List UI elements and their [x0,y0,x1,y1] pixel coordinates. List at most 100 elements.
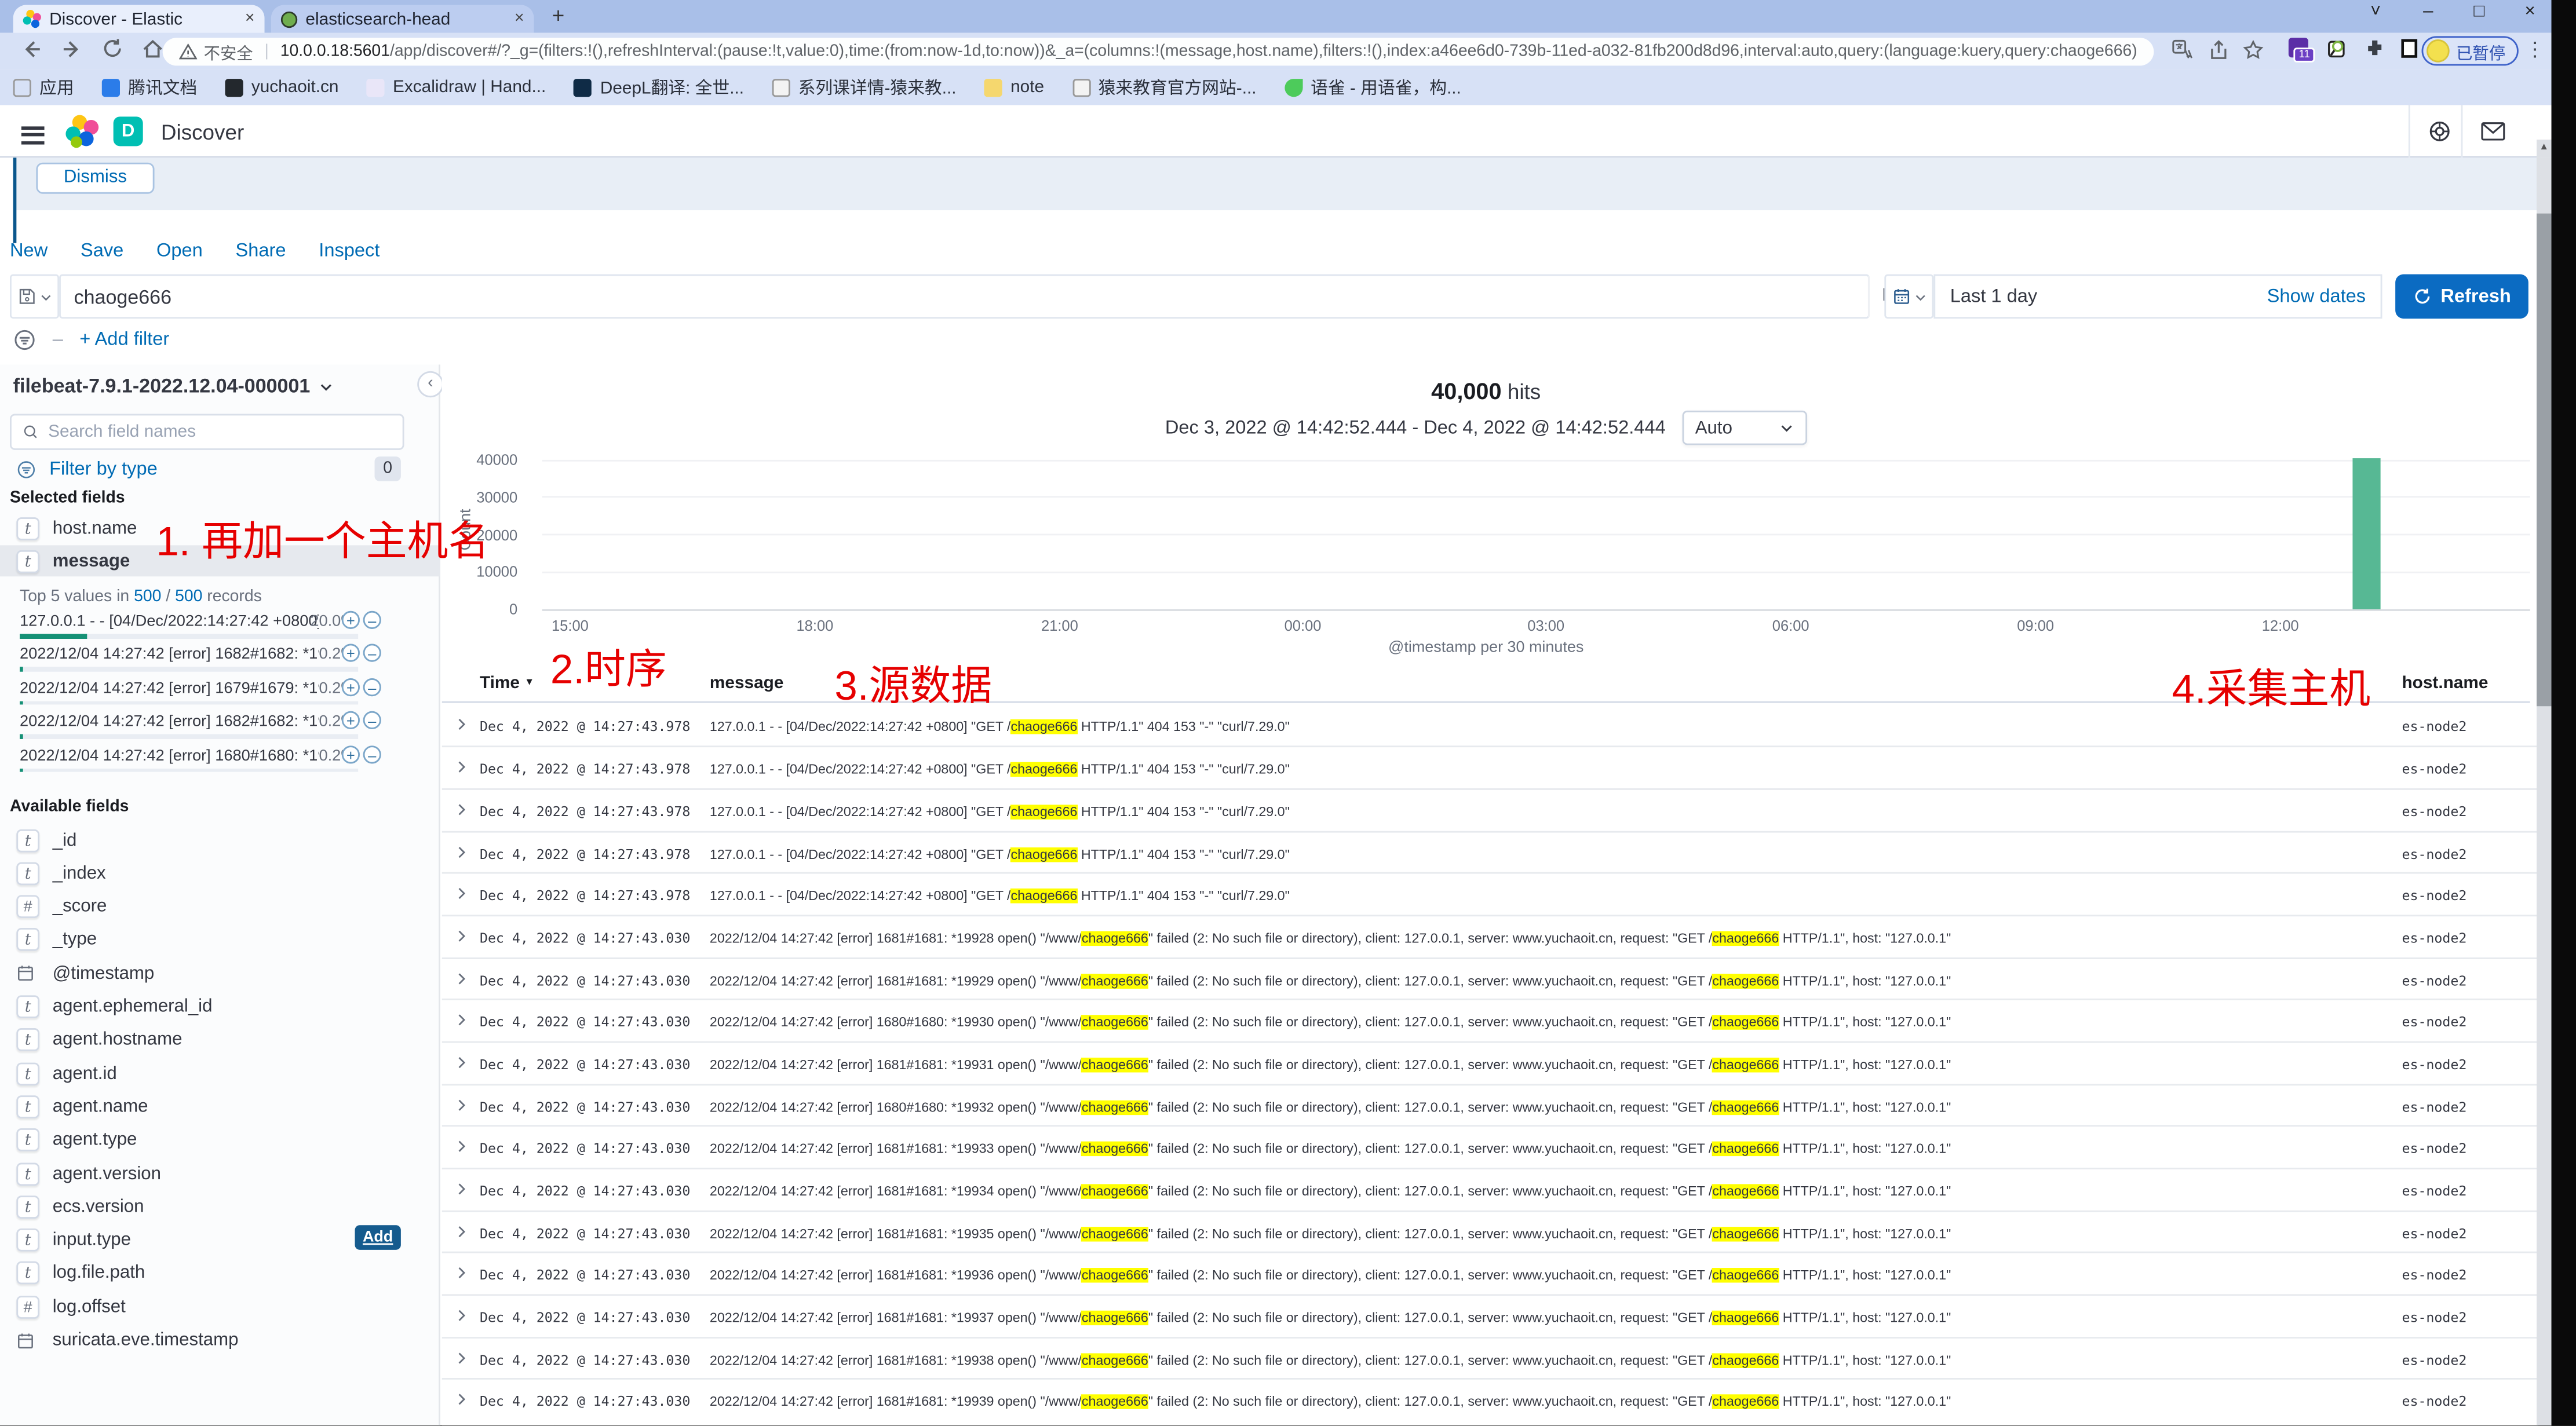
expand-row-icon[interactable] [455,1098,468,1111]
sidebar-field--score[interactable]: #_score [0,891,411,923]
sidebar-field--timestamp[interactable]: @timestamp [0,958,411,989]
extension-oneTab-icon[interactable]: 11 [2289,38,2310,59]
table-row[interactable]: Dec 4, 2022 @ 14:27:43.978127.0.0.1 - - … [442,746,2538,788]
bookmark-item[interactable]: 腾讯文档 [102,75,197,100]
sidebar-field-agent-hostname[interactable]: tagent.hostname [0,1025,411,1056]
menu-save[interactable]: Save [81,242,123,261]
bookmark-item[interactable]: DeepL翻译: 全世... [574,75,744,100]
reload-icon[interactable] [102,38,123,59]
table-row[interactable]: Dec 4, 2022 @ 14:27:43.0302022/12/04 14:… [442,1041,2538,1083]
expand-row-icon[interactable] [455,717,468,730]
expand-row-icon[interactable] [455,1014,468,1027]
sidebar-field-log-file-path[interactable]: tlog.file.path [0,1258,411,1289]
bookmark-item[interactable]: yuchaoit.cn [225,77,338,97]
help-icon[interactable] [2428,120,2451,143]
extensions-puzzle-icon[interactable] [2364,38,2385,59]
filter-icon[interactable] [13,328,37,352]
filter-for-value-icon[interactable]: + [342,745,360,763]
scrollbar-up-arrow[interactable]: ▲ [2537,140,2552,158]
table-row[interactable]: Dec 4, 2022 @ 14:27:43.0302022/12/04 14:… [442,1125,2538,1168]
window-close-icon[interactable]: × [2512,2,2548,21]
newsfeed-icon[interactable] [2481,122,2506,141]
share-icon[interactable] [2208,39,2230,61]
records-link[interactable]: 500 [134,588,161,606]
table-row[interactable]: Dec 4, 2022 @ 14:27:43.978127.0.0.1 - - … [442,788,2538,831]
sidebar-collapse-button[interactable]: ‹ [417,371,443,397]
sidebar-field-log-offset[interactable]: #log.offset [0,1291,411,1322]
extension-screenshot-icon[interactable] [2399,38,2420,59]
expand-row-icon[interactable] [455,1140,468,1153]
window-menu-icon[interactable]: ˅ [2358,2,2393,21]
filter-out-value-icon[interactable]: – [363,711,381,729]
filter-out-value-icon[interactable]: – [363,745,381,763]
scrollbar-thumb[interactable] [2537,214,2552,707]
expand-row-icon[interactable] [455,1351,468,1364]
browser-tab-discover[interactable]: Discover - Elastic × [13,5,265,33]
field-search[interactable] [10,414,404,450]
profile-chip[interactable]: 已暂停 [2422,36,2519,65]
expand-row-icon[interactable] [455,1267,468,1280]
table-row[interactable]: Dec 4, 2022 @ 14:27:43.0302022/12/04 14:… [442,1168,2538,1210]
sidebar-field--index[interactable]: t_index [0,858,411,889]
expand-row-icon[interactable] [455,760,468,774]
table-row[interactable]: Dec 4, 2022 @ 14:27:43.978127.0.0.1 - - … [442,872,2538,915]
table-row[interactable]: Dec 4, 2022 @ 14:27:43.0302022/12/04 14:… [442,1210,2538,1252]
expand-row-icon[interactable] [455,1056,468,1069]
refresh-button[interactable]: Refresh [2395,275,2528,319]
dismiss-button[interactable]: Dismiss [36,163,154,194]
home-icon[interactable] [141,38,165,61]
back-icon[interactable] [20,38,43,61]
filter-out-value-icon[interactable]: – [363,678,381,696]
space-avatar[interactable]: D [114,116,143,146]
window-minimize-icon[interactable]: – [2410,2,2446,21]
forward-icon[interactable] [61,38,84,61]
sidebar-field--type[interactable]: t_type [0,924,411,956]
date-quick-select-button[interactable] [1884,275,1933,319]
table-row[interactable]: Dec 4, 2022 @ 14:27:43.0302022/12/04 14:… [442,1336,2538,1379]
filter-out-value-icon[interactable]: – [363,645,381,663]
add-field-button[interactable]: Add [355,1224,400,1249]
filter-for-value-icon[interactable]: + [342,678,360,696]
expand-row-icon[interactable] [455,845,468,858]
tab-close-icon[interactable]: × [515,10,524,28]
new-tab-button[interactable]: + [552,3,565,28]
table-row[interactable]: Dec 4, 2022 @ 14:27:43.0302022/12/04 14:… [442,999,2538,1041]
query-input[interactable]: chaoge666 KQL [59,275,1870,319]
bookmark-item[interactable]: 系列课详情-猿来教... [772,75,956,100]
extension-head-icon[interactable] [2326,38,2348,59]
bookmark-star-icon[interactable] [2242,39,2264,61]
bookmark-item[interactable]: 猿来教育官方网站-... [1072,75,1256,100]
sidebar-field-agent-id[interactable]: tagent.id [0,1058,411,1089]
expand-row-icon[interactable] [455,803,468,816]
table-row[interactable]: Dec 4, 2022 @ 14:27:43.978127.0.0.1 - - … [442,830,2538,872]
menu-open[interactable]: Open [156,242,203,261]
field-search-input[interactable] [48,422,391,442]
column-host-name[interactable]: host.name [2402,674,2489,693]
sidebar-field-agent-type[interactable]: tagent.type [0,1124,411,1156]
date-range-control[interactable]: Last 1 day Show dates [1933,275,2382,319]
sidebar-field-agent-name[interactable]: tagent.name [0,1091,411,1122]
sidebar-field-agent-ephemeral-id[interactable]: tagent.ephemeral_id [0,991,411,1022]
records-link[interactable]: 500 [175,588,202,606]
expand-row-icon[interactable] [455,887,468,901]
column-message[interactable]: message [710,674,783,693]
tab-close-icon[interactable]: × [245,10,255,28]
menu-new[interactable]: New [10,242,48,261]
browser-tab-es-head[interactable]: elasticsearch-head × [271,5,534,33]
expand-row-icon[interactable] [455,929,468,942]
expand-row-icon[interactable] [455,1309,468,1322]
table-row[interactable]: Dec 4, 2022 @ 14:27:43.0302022/12/04 14:… [442,1083,2538,1125]
add-filter-link[interactable]: + Add filter [79,330,169,350]
sidebar-field-ecs-version[interactable]: tecs.version [0,1191,411,1223]
scrollbar[interactable] [2537,158,2552,1425]
filter-out-value-icon[interactable]: – [363,611,381,629]
table-row[interactable]: Dec 4, 2022 @ 14:27:43.0302022/12/04 14:… [442,1294,2538,1336]
table-row[interactable]: Dec 4, 2022 @ 14:27:43.0302022/12/04 14:… [442,915,2538,957]
table-row[interactable]: Dec 4, 2022 @ 14:27:43.0302022/12/04 14:… [442,1252,2538,1294]
sidebar-field-agent-version[interactable]: tagent.version [0,1158,411,1189]
expand-row-icon[interactable] [455,1393,468,1406]
menu-inspect[interactable]: Inspect [319,242,380,261]
window-maximize-icon[interactable]: □ [2461,2,2497,21]
saved-query-button[interactable] [10,275,59,319]
histogram-bar[interactable] [2352,458,2380,609]
